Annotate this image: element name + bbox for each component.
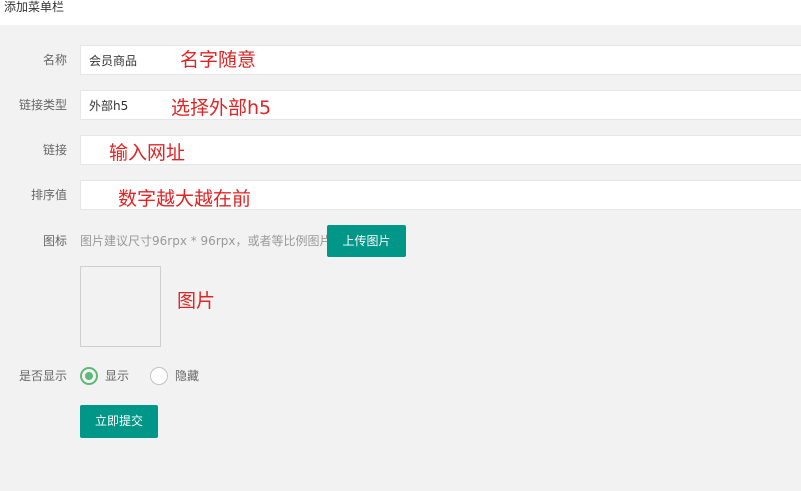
visible-radio-show[interactable]	[80, 367, 98, 385]
icon-preview[interactable]	[80, 266, 161, 347]
name-label: 名称	[42, 53, 67, 67]
radio-checked-dot	[85, 372, 93, 380]
icon-label: 图标	[42, 234, 67, 248]
visible-radio-hide-label[interactable]: 隐藏	[175, 368, 199, 384]
link-label: 链接	[42, 143, 67, 157]
visible-radio-hide[interactable]	[150, 367, 168, 385]
link-type-annotation: 选择外部h5	[171, 97, 272, 119]
visible-label: 是否显示	[18, 369, 67, 383]
icon-size-hint: 图片建议尺寸96rpx * 96rpx，或者等比例图片	[80, 234, 332, 248]
submit-button[interactable]: 立即提交	[80, 405, 158, 438]
preview-annotation: 图片	[177, 290, 216, 312]
page-header: 添加菜单栏	[0, 0, 801, 25]
sort-annotation: 数字越大越在前	[118, 188, 252, 210]
link-type-label: 链接类型	[18, 98, 67, 112]
link-input[interactable]	[80, 135, 801, 165]
upload-image-button[interactable]: 上传图片	[327, 225, 406, 257]
link-annotation: 输入网址	[109, 142, 186, 164]
name-annotation: 名字随意	[180, 49, 257, 71]
sort-label: 排序值	[30, 188, 67, 202]
visible-radio-show-label[interactable]: 显示	[105, 368, 129, 384]
page-title: 添加菜单栏	[4, 0, 65, 14]
